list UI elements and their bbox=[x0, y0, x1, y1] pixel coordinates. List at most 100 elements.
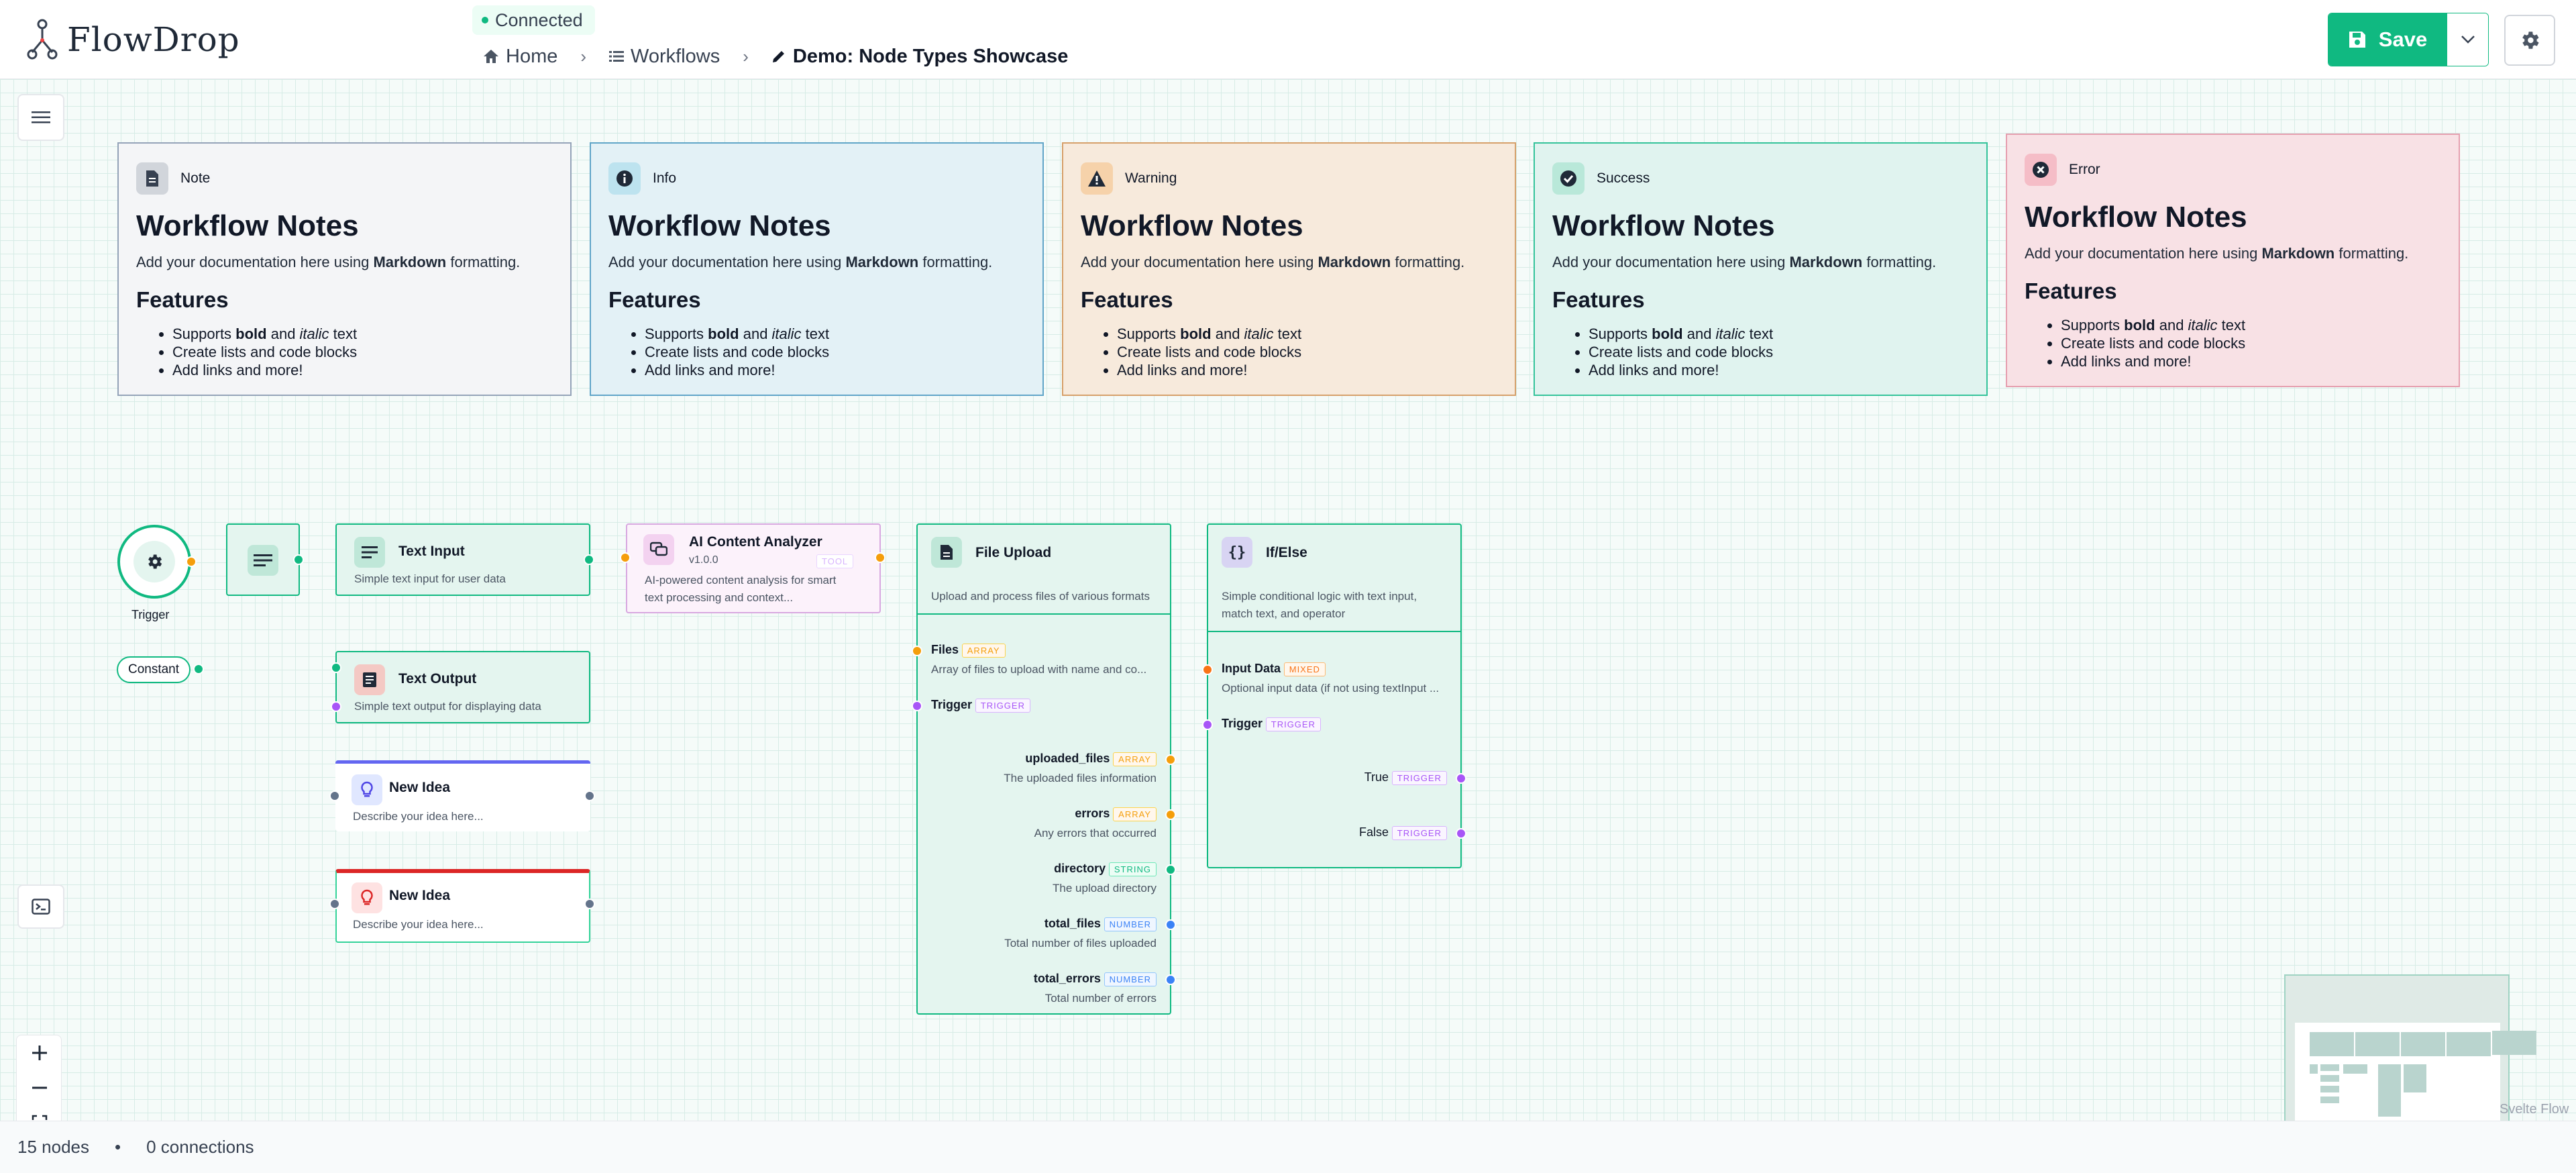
svelte-flow-attribution[interactable]: Svelte Flow bbox=[2500, 1102, 2569, 1117]
app-logo[interactable]: FlowDrop bbox=[27, 19, 240, 60]
minimap-node bbox=[2355, 1032, 2400, 1056]
status-bar: 15 nodes • 0 connections bbox=[0, 1121, 2576, 1173]
flowdrop-logo-icon bbox=[27, 19, 58, 60]
input-port-trigger: Trigger TRIGGER bbox=[931, 698, 1030, 713]
node-description-line2: match text, and operator bbox=[1222, 607, 1346, 620]
idea-node[interactable]: New Idea Describe your idea here... bbox=[329, 760, 595, 831]
ai-content-analyzer-node[interactable]: AI Content Analyzer v1.0.0 TOOL AI-power… bbox=[620, 523, 885, 613]
note-type-label: Warning bbox=[1125, 170, 1177, 186]
input-handle[interactable] bbox=[331, 662, 341, 673]
settings-button[interactable] bbox=[2504, 15, 2555, 66]
constant-node[interactable]: Constant bbox=[117, 656, 204, 683]
output-handle[interactable] bbox=[584, 554, 594, 565]
input-handle[interactable] bbox=[620, 552, 631, 563]
zoom-out-button[interactable] bbox=[17, 1070, 62, 1105]
constant-output-handle[interactable] bbox=[193, 664, 204, 674]
note-node-warning[interactable]: Warning Workflow Notes Add your document… bbox=[1062, 142, 1516, 396]
separator-dot: • bbox=[114, 1137, 121, 1157]
warning-triangle-icon bbox=[1081, 162, 1113, 195]
input-handle-files[interactable] bbox=[912, 646, 922, 656]
breadcrumb-workflows-label: Workflows bbox=[631, 45, 720, 67]
type-badge: TRIGGER bbox=[1391, 826, 1447, 841]
workflow-canvas[interactable]: Note Workflow Notes Add your documentati… bbox=[0, 79, 2576, 1173]
list-item: Supports bold and italic text bbox=[1117, 325, 1301, 343]
output-handle-total-files[interactable] bbox=[1165, 919, 1176, 930]
zoom-in-button[interactable] bbox=[17, 1035, 62, 1070]
minimap-node bbox=[2320, 1086, 2339, 1092]
text-input-node[interactable]: Text Input Simple text input for user da… bbox=[335, 523, 594, 596]
idea-node[interactable]: New Idea Describe your idea here... bbox=[329, 869, 595, 943]
minimap-node bbox=[2320, 1064, 2339, 1071]
node-description-line2: text processing and context... bbox=[645, 591, 794, 604]
note-node-info[interactable]: Info Workflow Notes Add your documentati… bbox=[590, 142, 1044, 396]
node-description: Describe your idea here... bbox=[353, 810, 484, 823]
list-item: Add links and more! bbox=[645, 361, 829, 379]
type-badge: TRIGGER bbox=[975, 699, 1030, 713]
type-badge: TRIGGER bbox=[1265, 717, 1321, 732]
list-item: Create lists and code blocks bbox=[645, 343, 829, 361]
note-node-error[interactable]: Error Workflow Notes Add your documentat… bbox=[2006, 134, 2460, 387]
output-handle-total-errors[interactable] bbox=[1165, 974, 1176, 985]
output-handle[interactable] bbox=[293, 554, 304, 565]
node-description: Simple text output for displaying data bbox=[354, 700, 541, 713]
note-intro: Add your documentation here using Markdo… bbox=[608, 254, 993, 270]
output-handle[interactable] bbox=[584, 790, 595, 801]
error-x-circle-icon bbox=[2025, 154, 2057, 186]
terminal-icon bbox=[32, 899, 50, 915]
text-output-node[interactable]: Text Output Simple text output for displ… bbox=[331, 651, 590, 723]
compact-text-node[interactable] bbox=[226, 523, 304, 596]
minimap-node bbox=[2447, 1032, 2491, 1056]
sidebar-toggle-button[interactable] bbox=[17, 94, 64, 141]
type-badge: NUMBER bbox=[1104, 972, 1157, 987]
output-handle-errors[interactable] bbox=[1165, 809, 1176, 820]
node-description: Describe your idea here... bbox=[353, 918, 484, 931]
output-handle-directory[interactable] bbox=[1165, 864, 1176, 875]
note-title: Workflow Notes bbox=[1552, 209, 1775, 242]
node-title: Text Input bbox=[398, 544, 465, 559]
note-feature-list: Supports bold and italic text Create lis… bbox=[2061, 316, 2245, 370]
output-handle[interactable] bbox=[875, 552, 885, 563]
type-badge: TRIGGER bbox=[1391, 771, 1447, 786]
lightbulb-icon bbox=[352, 882, 382, 913]
save-button[interactable]: Save bbox=[2328, 13, 2447, 66]
note-node-success[interactable]: Success Workflow Notes Add your document… bbox=[1534, 142, 1988, 396]
chevron-right-icon: › bbox=[580, 46, 587, 66]
save-button-group: Save bbox=[2328, 13, 2489, 66]
minimap-node bbox=[2320, 1096, 2339, 1103]
connection-status-text: Connected bbox=[495, 9, 583, 30]
plus-icon bbox=[32, 1046, 47, 1060]
trigger-node[interactable] bbox=[117, 525, 197, 599]
output-handle-true[interactable] bbox=[1456, 773, 1466, 784]
breadcrumb-home[interactable]: Home bbox=[483, 46, 557, 68]
input-handle[interactable] bbox=[329, 899, 340, 909]
output-handle-uploaded-files[interactable] bbox=[1165, 754, 1176, 765]
type-badge: NUMBER bbox=[1104, 917, 1157, 932]
status-dot-icon bbox=[482, 17, 488, 23]
trigger-input-handle[interactable] bbox=[331, 701, 341, 712]
note-feature-list: Supports bold and italic text Create lis… bbox=[1589, 325, 1773, 379]
console-toggle-button[interactable] bbox=[17, 884, 64, 929]
input-handle-trigger[interactable] bbox=[1202, 719, 1213, 730]
output-handle[interactable] bbox=[584, 899, 595, 909]
note-node-note[interactable]: Note Workflow Notes Add your documentati… bbox=[117, 142, 572, 396]
minimap-node bbox=[2378, 1064, 2401, 1117]
save-options-dropdown[interactable] bbox=[2447, 13, 2488, 66]
hamburger-menu-icon bbox=[32, 111, 50, 123]
file-upload-node[interactable]: File Upload Upload and process files of … bbox=[912, 523, 1176, 1015]
output-handle-false[interactable] bbox=[1456, 828, 1466, 839]
info-icon bbox=[608, 162, 641, 195]
breadcrumb-workflows[interactable]: Workflows bbox=[609, 46, 720, 68]
list-item: Add links and more! bbox=[1589, 361, 1773, 379]
if-else-node[interactable]: {} If/Else Simple conditional logic with… bbox=[1202, 523, 1466, 868]
type-badge: ARRAY bbox=[1113, 807, 1157, 822]
trigger-output-handle[interactable] bbox=[186, 556, 197, 567]
note-title: Workflow Notes bbox=[2025, 201, 2247, 234]
text-lines-icon bbox=[354, 537, 385, 568]
input-handle-trigger[interactable] bbox=[912, 701, 922, 711]
breadcrumb-current-workflow[interactable]: Demo: Node Types Showcase bbox=[771, 46, 1068, 68]
input-handle-input-data[interactable] bbox=[1202, 664, 1213, 675]
top-bar: FlowDrop Connected Home › Workflows › De… bbox=[0, 0, 2576, 79]
list-icon bbox=[609, 51, 625, 62]
input-handle[interactable] bbox=[329, 790, 340, 801]
save-label: Save bbox=[2378, 28, 2428, 51]
